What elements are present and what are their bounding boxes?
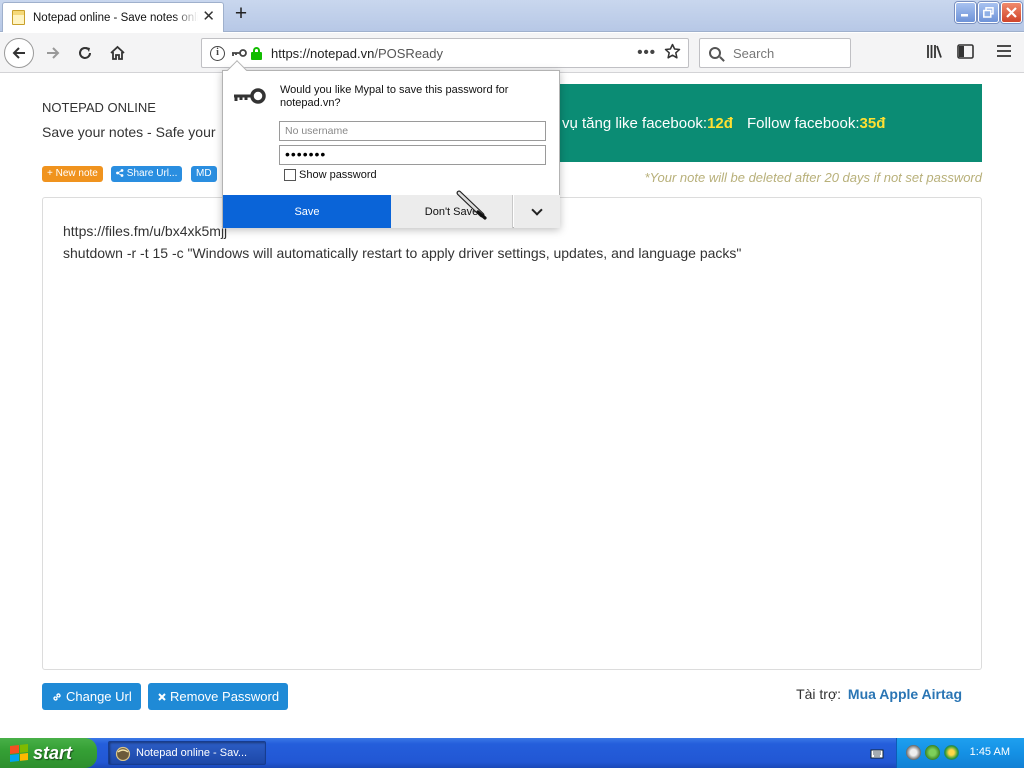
tab-notepad-online[interactable]: Notepad online - Save notes online ✕ xyxy=(2,2,224,32)
sidebar-icon[interactable] xyxy=(957,44,974,59)
clock[interactable]: 1:45 AM xyxy=(970,746,1010,758)
show-password-checkbox[interactable]: Show password xyxy=(284,169,377,181)
change-url-label: Change Url xyxy=(66,689,132,704)
app-tagline: Save your notes - Safe your xyxy=(42,124,216,140)
share-icon xyxy=(116,169,124,177)
banner-price-2: 35đ xyxy=(859,114,886,132)
minimize-button[interactable] xyxy=(955,2,976,23)
system-tray: 1:45 AM xyxy=(896,738,1024,768)
change-url-button[interactable]: Change Url xyxy=(42,683,141,710)
page-actions-icon[interactable]: ••• xyxy=(637,44,656,61)
tab-title: Notepad online - Save notes online xyxy=(33,11,198,24)
search-icon xyxy=(709,47,721,59)
banner-text-2: Follow facebook: xyxy=(746,114,860,132)
password-field[interactable]: ••••••• xyxy=(279,145,546,165)
new-tab-button[interactable]: + xyxy=(230,3,252,27)
notepad-favicon-icon xyxy=(12,10,25,25)
url-text[interactable]: https://notepad.vn/POSReady xyxy=(271,46,443,61)
taskbar: start Notepad online - Sav... 1:45 AM xyxy=(0,738,1024,768)
back-button[interactable] xyxy=(4,38,34,68)
forward-arrow-icon xyxy=(47,47,60,59)
restore-icon xyxy=(983,7,994,18)
keyboard-language-icon[interactable] xyxy=(870,746,884,760)
home-icon xyxy=(109,45,125,60)
sponsor-link[interactable]: Mua Apple Airtag xyxy=(848,686,962,702)
search-bar[interactable]: Search xyxy=(699,38,851,68)
save-password-popup: Would you like Mypal to save this passwo… xyxy=(222,60,560,228)
forward-button[interactable] xyxy=(38,38,68,68)
home-button[interactable] xyxy=(102,38,132,68)
tab-close-icon[interactable]: ✕ xyxy=(202,9,215,25)
sponsor-label: Tài trợ: xyxy=(796,686,842,702)
minimize-icon xyxy=(961,14,968,17)
info-icon[interactable]: i xyxy=(210,45,225,61)
browser-app-icon xyxy=(115,746,131,761)
show-password-label: Show password xyxy=(299,169,377,181)
tray-security-icon[interactable] xyxy=(944,745,959,760)
username-field[interactable]: No username xyxy=(279,121,546,141)
reload-button[interactable] xyxy=(70,38,100,68)
lock-icon xyxy=(251,46,262,60)
url-path: /POSReady xyxy=(374,45,444,61)
dont-save-button[interactable]: Don't Save xyxy=(391,195,513,228)
banner-text-1: vụ tăng like facebook: xyxy=(562,114,708,132)
tray-network-icon[interactable] xyxy=(925,745,940,760)
taskbar-item-notepad[interactable]: Notepad online - Sav... xyxy=(108,741,266,765)
sponsor: Tài trợ: Mua Apple Airtag xyxy=(796,686,962,702)
bookmark-star-icon[interactable] xyxy=(664,43,681,60)
chevron-down-icon xyxy=(531,203,543,216)
restore-button[interactable] xyxy=(978,2,999,23)
search-placeholder: Search xyxy=(733,45,775,61)
popup-message: Would you like Mypal to save this passwo… xyxy=(280,84,509,109)
note-line-2: shutdown -r -t 15 -c "Windows will autom… xyxy=(63,245,742,261)
md-button[interactable]: MD xyxy=(191,166,217,182)
close-icon xyxy=(1006,7,1017,18)
url-bar[interactable]: i https://notepad.vn/POSReady ••• xyxy=(201,38,689,68)
checkbox-icon[interactable] xyxy=(284,169,296,181)
tray-app-icon[interactable] xyxy=(906,745,921,760)
hamburger-menu-icon[interactable] xyxy=(997,44,1011,58)
link-icon xyxy=(53,692,61,701)
expiry-warning: *Your note will be deleted after 20 days… xyxy=(644,170,982,185)
md-label: MD xyxy=(196,168,212,179)
close-window-button[interactable] xyxy=(1001,2,1022,23)
reload-icon xyxy=(79,47,91,59)
library-icon[interactable] xyxy=(926,44,943,59)
app-name: NOTEPAD ONLINE xyxy=(42,100,156,115)
back-arrow-icon xyxy=(12,47,25,59)
url-host: https://notepad.vn xyxy=(271,45,375,61)
share-url-button[interactable]: Share Url... xyxy=(111,166,183,182)
tab-strip: Notepad online - Save notes online ✕ + xyxy=(0,0,1024,32)
start-label: start xyxy=(33,742,73,763)
start-button[interactable]: start xyxy=(0,738,97,768)
key-icon[interactable] xyxy=(231,48,247,58)
remove-password-button[interactable]: Remove Password xyxy=(148,683,289,710)
banner-price-1: 12đ xyxy=(707,114,733,132)
mouse-cursor-icon xyxy=(456,190,487,220)
more-options-button[interactable] xyxy=(514,195,560,228)
new-note-button[interactable]: + New note xyxy=(42,166,103,182)
windows-logo-icon xyxy=(10,744,28,762)
window-controls xyxy=(955,2,1022,23)
share-url-label: Share Url... xyxy=(126,168,178,179)
remove-password-label: Remove Password xyxy=(170,689,280,704)
promo-banner[interactable]: vụ tăng like facebook: 12đ Follow facebo… xyxy=(540,84,982,162)
note-textarea[interactable]: https://files.fm/u/bx4xk5mjj shutdown -r… xyxy=(42,197,982,670)
x-icon xyxy=(158,692,166,701)
taskbar-item-label: Notepad online - Sav... xyxy=(136,747,248,759)
key-icon xyxy=(234,88,266,104)
nav-toolbar: i https://notepad.vn/POSReady ••• Search xyxy=(0,33,1024,73)
save-button[interactable]: Save xyxy=(223,195,391,228)
